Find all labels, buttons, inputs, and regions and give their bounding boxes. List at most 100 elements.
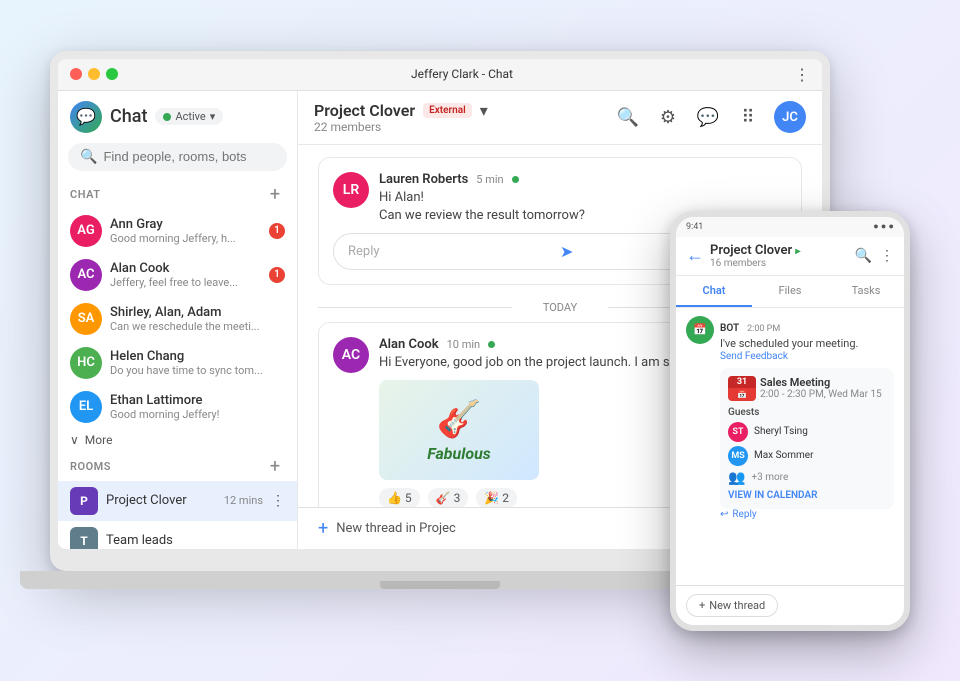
more-guests-text: +3 more xyxy=(751,472,788,483)
avatar: AC xyxy=(70,259,102,291)
send-feedback-link[interactable]: Send Feedback xyxy=(720,351,894,362)
message-sender: Lauren Roberts xyxy=(379,172,468,187)
user-avatar[interactable]: JC xyxy=(774,101,806,133)
mobile-reply-button[interactable]: ↩ Reply xyxy=(720,509,894,520)
chat-item-ann-gray[interactable]: AG Ann Gray Good morning Jeffery, h... 1 xyxy=(58,209,297,253)
guest-max: MS Max Sommer xyxy=(728,446,886,466)
chat-item-ethan[interactable]: EL Ethan Lattimore Good morning Jeffery! xyxy=(58,385,297,429)
mobile-msg-content: BOT 2:00 PM I've scheduled your meeting.… xyxy=(720,316,894,520)
chevron-down-icon: ∨ xyxy=(70,433,79,447)
room-icon: T xyxy=(70,527,98,549)
chat-item-shirley[interactable]: SA Shirley, Alan, Adam Can we reschedule… xyxy=(58,297,297,341)
apps-button[interactable]: ⠿ xyxy=(734,103,762,131)
chat-logo: 💬 xyxy=(70,101,102,133)
maximize-button[interactable] xyxy=(106,68,118,80)
mobile-header: ← Project Clover ▸ 16 members 🔍 ⋮ xyxy=(676,237,904,276)
chat-preview: Do you have time to sync tom... xyxy=(110,364,285,377)
reply-icon: ↩ xyxy=(720,509,728,520)
plus-icon: + xyxy=(699,599,705,612)
close-button[interactable] xyxy=(70,68,82,80)
reaction-thumbs-up[interactable]: 👍 5 xyxy=(379,488,420,506)
more-chats-row[interactable]: ∨ More xyxy=(58,429,297,451)
reaction-party[interactable]: 🎉 2 xyxy=(476,488,517,506)
chat-section-header: CHAT + xyxy=(58,179,297,209)
add-chat-icon[interactable]: + xyxy=(265,185,285,205)
room-icon: P xyxy=(70,487,98,515)
message-avatar: LR xyxy=(333,172,369,208)
room-members-count: 22 members xyxy=(314,120,614,134)
message-avatar: AC xyxy=(333,337,369,373)
back-button[interactable]: ← xyxy=(686,245,704,266)
window-menu-icon[interactable]: ⋮ xyxy=(794,65,810,84)
traffic-lights xyxy=(70,68,118,80)
mobile-header-icons: 🔍 ⋮ xyxy=(855,248,894,264)
rooms-section-header: ROOMS + xyxy=(58,451,297,481)
chat-item-alan-cook[interactable]: AC Alan Cook Jeffery, feel free to leave… xyxy=(58,253,297,297)
chat-logo-icon: 💬 xyxy=(76,107,96,126)
tab-chat[interactable]: Chat xyxy=(676,276,752,307)
sidebar-title: Chat xyxy=(110,106,147,127)
guests-label: Guests xyxy=(728,407,886,418)
settings-button[interactable]: ⚙ xyxy=(654,103,682,131)
mobile-device: 9:41 ● ● ● ← Project Clover ▸ 16 members… xyxy=(670,211,910,631)
room-options-icon[interactable]: ⋮ xyxy=(271,493,285,509)
room-time: 12 mins xyxy=(224,494,263,507)
mobile-new-thread-bar[interactable]: + New thread xyxy=(676,585,904,625)
chat-preview: Good morning Jeffery! xyxy=(110,408,285,421)
mobile-status-bar: 9:41 ● ● ● xyxy=(676,217,904,237)
tab-tasks[interactable]: Tasks xyxy=(828,276,904,307)
chat-name: Alan Cook xyxy=(110,261,261,276)
guest-name: Max Sommer xyxy=(754,450,813,461)
new-thread-button[interactable]: + New thread xyxy=(686,594,778,617)
mobile-bot-text: I've scheduled your meeting. xyxy=(720,337,894,351)
reply-label: Reply xyxy=(732,509,756,520)
window-title: Jeffery Clark - Chat xyxy=(130,67,794,81)
mobile-time: 9:41 xyxy=(686,222,703,232)
gif-image: 🎸 Fabulous xyxy=(379,380,539,480)
external-badge: External xyxy=(423,103,472,118)
chat-name: Ethan Lattimore xyxy=(110,393,285,408)
mobile-chat-area: 📅 BOT 2:00 PM I've scheduled your meetin… xyxy=(676,308,904,585)
message-time: 5 min xyxy=(476,173,503,186)
mobile-bot-message: 📅 BOT 2:00 PM I've scheduled your meetin… xyxy=(686,316,894,520)
reaction-guitar[interactable]: 🎸 3 xyxy=(428,488,469,506)
tab-files[interactable]: Files xyxy=(752,276,828,307)
chat-item-helen[interactable]: HC Helen Chang Do you have time to sync … xyxy=(58,341,297,385)
title-bar: Jeffery Clark - Chat ⋮ xyxy=(58,59,822,91)
search-input[interactable] xyxy=(103,149,275,164)
add-room-icon[interactable]: + xyxy=(265,457,285,477)
chat-preview: Good morning Jeffery, h... xyxy=(110,232,261,245)
message-sender: Alan Cook xyxy=(379,337,439,352)
search-button[interactable]: 🔍 xyxy=(614,103,642,131)
room-item-project-clover[interactable]: P Project Clover 12 mins ⋮ xyxy=(58,481,297,521)
chat-name: Ann Gray xyxy=(110,217,261,232)
room-title-row: Project Clover External ▾ xyxy=(314,101,614,120)
room-active-indicator: ▸ xyxy=(795,246,800,257)
unread-badge: 1 xyxy=(269,267,285,283)
message-time: 10 min xyxy=(447,338,481,351)
room-title-chevron[interactable]: ▾ xyxy=(480,101,488,120)
event-header: 31 📅 Sales Meeting 2:00 - 2:30 PM, Wed M… xyxy=(728,376,886,401)
minimize-button[interactable] xyxy=(88,68,100,80)
reply-placeholder: Reply xyxy=(348,244,560,259)
chat-name: Helen Chang xyxy=(110,349,285,364)
active-status-badge[interactable]: Active ▾ xyxy=(155,108,223,125)
search-bar[interactable]: 🔍 xyxy=(68,143,287,171)
more-chats-label: More xyxy=(85,433,113,447)
chat-panel-button[interactable]: 💬 xyxy=(694,103,722,131)
online-indicator xyxy=(512,176,519,183)
gif-label: Fabulous xyxy=(427,444,491,463)
chevron-down-icon: ▾ xyxy=(210,110,216,123)
room-item-team-leads[interactable]: T Team leads xyxy=(58,521,297,549)
mobile-search-icon[interactable]: 🔍 xyxy=(855,248,872,264)
active-label: Active xyxy=(175,110,205,123)
avatar: EL xyxy=(70,391,102,423)
view-calendar-link[interactable]: VIEW IN CALENDAR xyxy=(728,490,886,501)
avatar: SA xyxy=(70,303,102,335)
mobile-more-icon[interactable]: ⋮ xyxy=(880,248,894,264)
more-guests-icon: 👥 xyxy=(728,470,745,486)
new-thread-plus-icon: + xyxy=(318,518,328,539)
guitar-icon: 🎸 xyxy=(437,398,482,440)
mobile-room-members: 16 members xyxy=(710,258,849,269)
avatar: AG xyxy=(70,215,102,247)
